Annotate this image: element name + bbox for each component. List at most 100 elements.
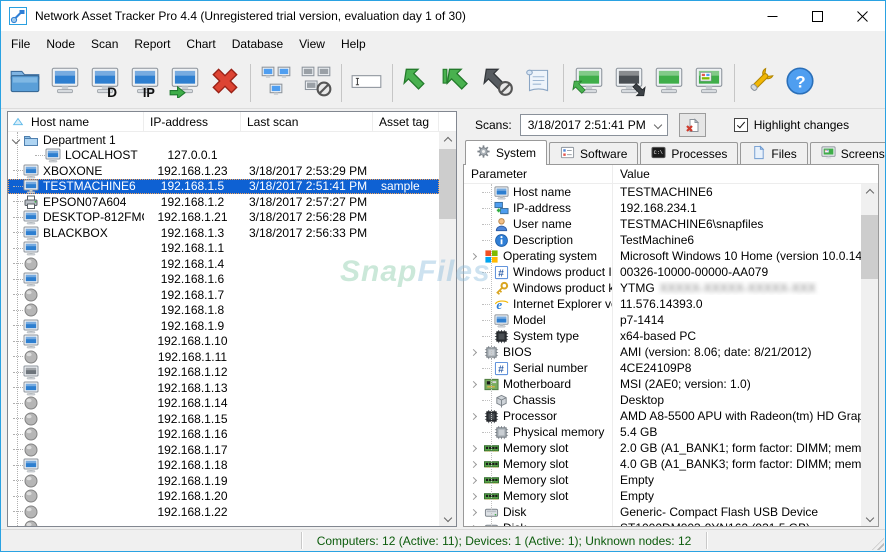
detail-row[interactable]: Memory slotEmpty bbox=[464, 472, 861, 488]
value-column-header[interactable]: Value bbox=[613, 167, 878, 181]
detail-row[interactable]: eInternet Explorer version11.576.14393.0 bbox=[464, 296, 861, 312]
tree-row-localhost[interactable]: LOCALHOST127.0.0.1 bbox=[8, 148, 439, 164]
detail-row[interactable]: IP-address192.168.234.1 bbox=[464, 200, 861, 216]
menu-node[interactable]: Node bbox=[38, 33, 83, 55]
column-header-last-scan[interactable]: Last scan bbox=[241, 112, 373, 131]
menu-database[interactable]: Database bbox=[224, 33, 291, 55]
menu-file[interactable]: File bbox=[3, 33, 38, 55]
expand-icon[interactable] bbox=[466, 446, 480, 451]
tree-row-blackbox[interactable]: BLACKBOX192.168.1.33/18/2017 2:56:33 PM bbox=[8, 225, 439, 241]
open-database-button[interactable] bbox=[5, 60, 45, 106]
scan-network-disabled-button[interactable] bbox=[296, 60, 336, 106]
tab-software[interactable]: Software bbox=[549, 142, 638, 164]
parameter-column-header[interactable]: Parameter bbox=[464, 165, 613, 183]
rescan-node-button[interactable] bbox=[398, 60, 438, 106]
detail-row[interactable]: ChassisDesktop bbox=[464, 392, 861, 408]
expand-icon[interactable] bbox=[466, 254, 480, 259]
help-button[interactable]: ? bbox=[780, 60, 820, 106]
detail-row[interactable]: System typex64-based PC bbox=[464, 328, 861, 344]
tree-row[interactable]: 192.168.1.4 bbox=[8, 256, 439, 272]
detail-row[interactable]: Memory slot2.0 GB (A1_BANK1; form factor… bbox=[464, 440, 861, 456]
expand-icon[interactable] bbox=[466, 382, 480, 387]
expand-icon[interactable] bbox=[466, 494, 480, 499]
tree-row[interactable] bbox=[8, 520, 439, 527]
generate-report-button[interactable] bbox=[518, 60, 558, 106]
expand-icon[interactable] bbox=[466, 350, 480, 355]
expand-icon[interactable] bbox=[466, 526, 480, 527]
tree-row[interactable]: 192.168.1.20 bbox=[8, 489, 439, 505]
tab-processes[interactable]: C:\Processes bbox=[640, 142, 738, 164]
rescan-all-nodes-button[interactable] bbox=[438, 60, 478, 106]
detail-row[interactable]: BIOSAMI (version: 8.06; date: 8/21/2012) bbox=[464, 344, 861, 360]
options-button[interactable] bbox=[740, 60, 780, 106]
tree-row[interactable]: 192.168.1.17 bbox=[8, 442, 439, 458]
highlight-changes-checkbox[interactable]: Highlight changes bbox=[734, 118, 849, 132]
detail-row[interactable]: #Serial number4CE24109P8 bbox=[464, 360, 861, 376]
expand-icon[interactable] bbox=[466, 478, 480, 483]
detail-row[interactable]: Physical memory5.4 GB bbox=[464, 424, 861, 440]
menu-chart[interactable]: Chart bbox=[178, 33, 223, 55]
tree-row-xboxone[interactable]: XBOXONE192.168.1.233/18/2017 2:53:29 PM bbox=[8, 163, 439, 179]
tree-row[interactable]: 192.168.1.6 bbox=[8, 272, 439, 288]
expand-icon[interactable] bbox=[466, 462, 480, 467]
expand-icon[interactable] bbox=[466, 510, 480, 515]
tree-row[interactable]: 192.168.1.15 bbox=[8, 411, 439, 427]
menu-help[interactable]: Help bbox=[333, 33, 374, 55]
tree-row[interactable]: 192.168.1.18 bbox=[8, 458, 439, 474]
scroll-thumb[interactable] bbox=[861, 215, 878, 279]
tree-row[interactable]: 192.168.1.1 bbox=[8, 241, 439, 257]
view-computer-info-button[interactable] bbox=[649, 60, 689, 106]
tree-row[interactable]: 192.168.1.12 bbox=[8, 365, 439, 381]
tree-row-epson07a604[interactable]: EPSON07A604192.168.1.23/18/2017 2:57:27 … bbox=[8, 194, 439, 210]
detail-row[interactable]: Memory slotEmpty bbox=[464, 488, 861, 504]
detail-row[interactable]: User nameTESTMACHINE6\snapfiles bbox=[464, 216, 861, 232]
tab-screenshot[interactable]: Screenshot bbox=[810, 142, 886, 164]
detail-row[interactable]: MotherboardMSI (2AE0; version: 1.0) bbox=[464, 376, 861, 392]
detail-row[interactable]: ProcessorAMD A8-5500 APU with Radeon(tm)… bbox=[464, 408, 861, 424]
menu-scan[interactable]: Scan bbox=[83, 33, 126, 55]
find-node-button[interactable] bbox=[347, 60, 387, 106]
tree-row[interactable]: 192.168.1.11 bbox=[8, 349, 439, 365]
menu-view[interactable]: View bbox=[291, 33, 333, 55]
detail-row[interactable]: Windows product keyYTMGXXXXX-XXXXX-XXXXX… bbox=[464, 280, 861, 296]
detail-row[interactable]: #Windows product ID00326-10000-00000-AA0… bbox=[464, 264, 861, 280]
tree-row[interactable]: 192.168.1.19 bbox=[8, 473, 439, 489]
detail-row[interactable]: Operating systemMicrosoft Windows 10 Hom… bbox=[464, 248, 861, 264]
tree-row[interactable]: 192.168.1.9 bbox=[8, 318, 439, 334]
column-header-host-name[interactable]: Host name bbox=[8, 112, 144, 131]
tree-row[interactable]: 192.168.1.16 bbox=[8, 427, 439, 443]
detail-row[interactable]: DiskGeneric- Compact Flash USB Device bbox=[464, 504, 861, 520]
tree-row-department 1[interactable]: Department 1 bbox=[8, 132, 439, 148]
scan-network-button[interactable] bbox=[256, 60, 296, 106]
detail-row[interactable]: Host nameTESTMACHINE6 bbox=[464, 184, 861, 200]
scroll-thumb[interactable] bbox=[439, 149, 456, 219]
maximize-button[interactable] bbox=[795, 1, 840, 31]
expand-collapse-icon[interactable] bbox=[9, 137, 23, 143]
tree-row[interactable]: 192.168.1.8 bbox=[8, 303, 439, 319]
tab-system[interactable]: System bbox=[465, 140, 547, 165]
menu-report[interactable]: Report bbox=[126, 33, 178, 55]
get-screenshot-button[interactable] bbox=[689, 60, 729, 106]
detail-row[interactable]: DiskST1000DM003-9YN162 (931.5 GB) bbox=[464, 520, 861, 526]
add-computers-from-domain-button[interactable]: D bbox=[85, 60, 125, 106]
tree-row[interactable]: 192.168.1.13 bbox=[8, 380, 439, 396]
checkbox-checked-icon[interactable] bbox=[734, 118, 748, 132]
column-header-ip-address[interactable]: IP-address bbox=[144, 112, 241, 131]
node-list-scrollbar[interactable] bbox=[439, 132, 456, 526]
scroll-up-icon[interactable] bbox=[439, 132, 456, 149]
scroll-down-icon[interactable] bbox=[861, 509, 878, 526]
tree-row[interactable]: 192.168.1.22 bbox=[8, 504, 439, 520]
detail-scrollbar[interactable] bbox=[861, 184, 878, 526]
stop-rescan-button[interactable] bbox=[478, 60, 518, 106]
detail-row[interactable]: DescriptionTestMachine6 bbox=[464, 232, 861, 248]
scroll-down-icon[interactable] bbox=[439, 509, 456, 526]
poll-computer-button[interactable] bbox=[569, 60, 609, 106]
delete-scan-button[interactable] bbox=[679, 113, 706, 137]
tab-files[interactable]: Files bbox=[740, 142, 807, 164]
expand-icon[interactable] bbox=[466, 414, 480, 419]
tree-row-desktop-812fmc[interactable]: DESKTOP-812FMC192.168.1.213/18/2017 2:56… bbox=[8, 210, 439, 226]
add-computers-by-ip-button[interactable]: IP bbox=[125, 60, 165, 106]
minimize-button[interactable] bbox=[750, 1, 795, 31]
scroll-up-icon[interactable] bbox=[861, 184, 878, 201]
tree-row-testmachine6[interactable]: TESTMACHINE6192.168.1.53/18/2017 2:51:41… bbox=[8, 179, 439, 195]
